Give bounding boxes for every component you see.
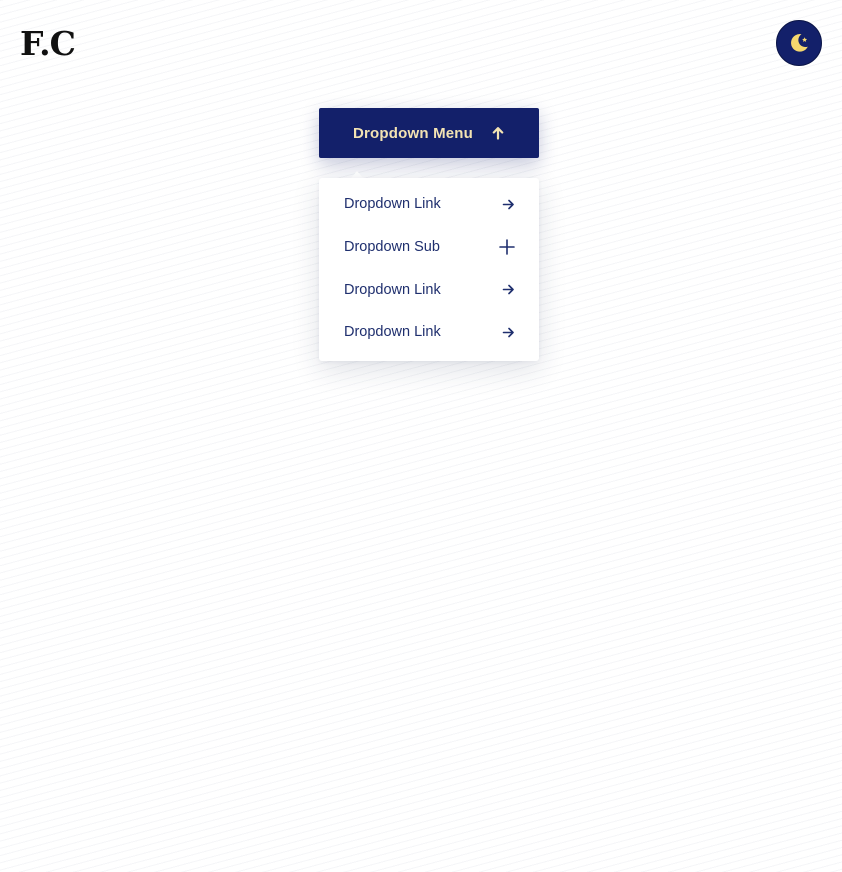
dropdown-link-label: Dropdown Link: [344, 281, 441, 298]
arrow-right-icon: [502, 198, 515, 211]
arrow-right-icon: [502, 326, 515, 339]
dropdown-sub[interactable]: Dropdown Sub: [319, 226, 539, 269]
dropdown-sub-label: Dropdown Sub: [344, 239, 440, 256]
site-logo[interactable]: F.C: [20, 24, 76, 64]
dropdown-link-label: Dropdown Link: [344, 324, 441, 341]
moon-star-icon: [787, 31, 811, 55]
dropdown-link-1[interactable]: Dropdown Link: [319, 183, 539, 226]
arrow-right-icon: [502, 283, 515, 296]
dropdown-menu-button[interactable]: Dropdown Menu: [319, 108, 539, 158]
dropdown-link-label: Dropdown Link: [344, 196, 441, 213]
dropdown-menu-label: Dropdown Menu: [352, 124, 474, 142]
plus-icon: [499, 239, 515, 255]
dropdown-link-2[interactable]: Dropdown Link: [319, 268, 539, 311]
arrow-up-icon: [491, 126, 505, 140]
dropdown-link-3[interactable]: Dropdown Link: [319, 311, 539, 354]
dropdown-menu: Dropdown Link Dropdown Sub Dropdown Link…: [319, 178, 539, 361]
theme-toggle-button[interactable]: [776, 20, 822, 66]
